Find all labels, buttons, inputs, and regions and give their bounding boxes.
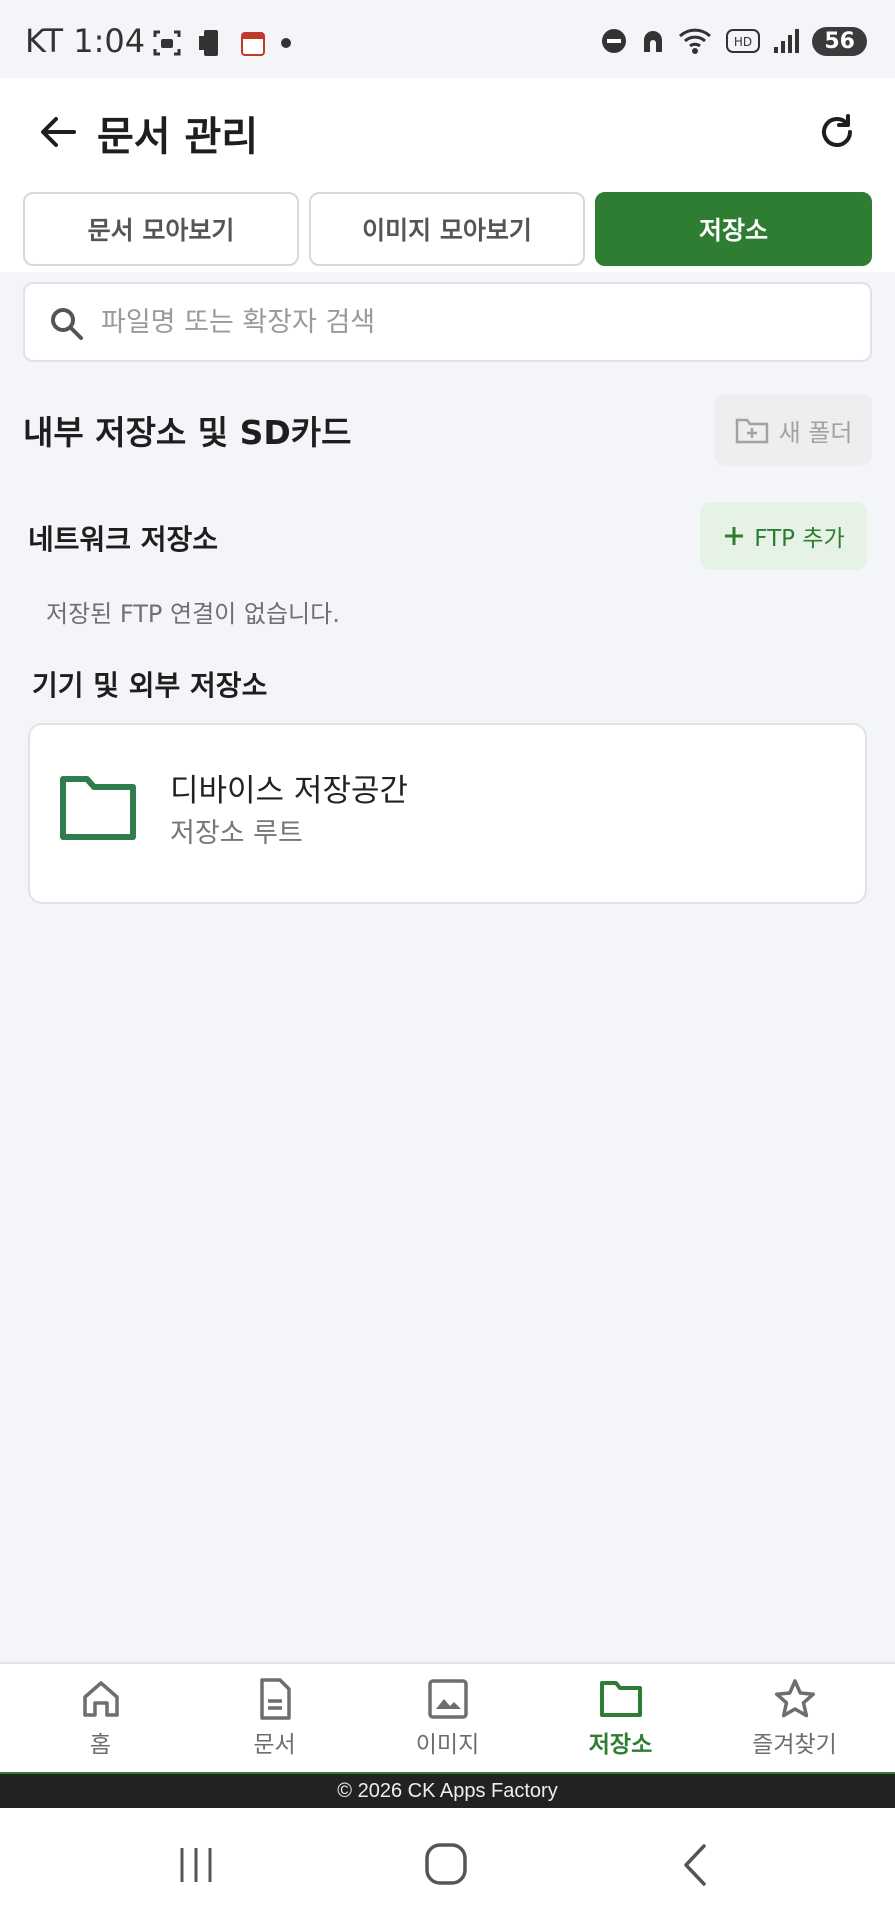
search-icon — [51, 308, 83, 340]
home-icon — [82, 1681, 119, 1717]
new-folder-button[interactable]: 새 폴더 — [715, 394, 872, 466]
network-storage-heading: 네트워크 저장소 — [28, 523, 219, 556]
nav-label-home: 홈 — [89, 1732, 112, 1758]
nav-label-storage: 저장소 — [588, 1732, 653, 1758]
back-arrow-icon[interactable] — [34, 108, 82, 156]
add-ftp-label: FTP 추가 — [754, 526, 845, 552]
storage-item-subtitle: 저장소 루트 — [170, 818, 303, 849]
nav-item-favorites[interactable]: 즐겨찾기 — [705, 1664, 884, 1772]
star-icon — [774, 1679, 815, 1718]
nav-label-favorites: 즐겨찾기 — [752, 1732, 837, 1758]
refresh-icon[interactable] — [813, 108, 861, 156]
search-input[interactable] — [101, 284, 841, 360]
home-button-icon[interactable] — [416, 1840, 476, 1890]
status-time: KT 1:04 — [25, 22, 146, 60]
add-ftp-button[interactable]: FTP 추가 — [700, 502, 867, 570]
copyright-footer: © 2026 CK Apps Factory — [0, 1774, 895, 1808]
svg-text:HD: HD — [734, 35, 752, 49]
new-folder-label: 새 폴더 — [778, 418, 853, 447]
back-nav-icon[interactable] — [666, 1840, 726, 1890]
recent-apps-icon[interactable] — [166, 1840, 226, 1890]
nav-label-documents: 문서 — [253, 1732, 296, 1758]
tab-storage[interactable]: 저장소 — [595, 192, 872, 266]
app-header: 문서 관리 — [0, 78, 895, 186]
calendar-icon — [241, 32, 265, 56]
tab-documents[interactable]: 문서 모아보기 — [23, 192, 299, 266]
search-box — [23, 282, 872, 362]
wifi-icon — [679, 28, 712, 54]
folder-icon — [60, 776, 136, 840]
nav-item-home[interactable]: 홈 — [11, 1664, 190, 1772]
storage-item-title: 디바이스 저장공간 — [170, 773, 409, 809]
document-icon — [259, 1678, 291, 1720]
phone-icon — [199, 30, 218, 56]
bottom-nav: 홈 문서 이미지 저장소 즐겨찾기 — [0, 1662, 895, 1772]
system-nav-bar — [0, 1808, 895, 1920]
status-notification-icons — [152, 28, 292, 58]
home-mode-icon — [644, 31, 663, 52]
device-storage-heading: 기기 및 외부 저장소 — [32, 669, 268, 702]
tab-bar: 문서 모아보기 이미지 모아보기 저장소 — [0, 186, 895, 272]
image-icon — [427, 1679, 468, 1719]
plus-icon — [725, 527, 744, 545]
battery-level: 56 — [812, 26, 867, 56]
status-bar: KT 1:04 HD 56 — [0, 0, 895, 78]
storage-item-device[interactable]: 디바이스 저장공간 저장소 루트 — [28, 723, 867, 904]
status-system-icons: HD 56 — [600, 26, 867, 56]
nav-item-documents[interactable]: 문서 — [185, 1664, 364, 1772]
page-title: 문서 관리 — [97, 114, 259, 160]
internal-storage-heading: 내부 저장소 및 SD카드 — [23, 413, 352, 452]
hd-icon: HD — [726, 29, 761, 53]
nav-item-storage[interactable]: 저장소 — [531, 1664, 710, 1772]
new-folder-icon — [735, 418, 768, 444]
dot-icon — [281, 38, 291, 48]
tab-images[interactable]: 이미지 모아보기 — [309, 192, 585, 266]
nav-label-images: 이미지 — [415, 1732, 480, 1758]
screenshot-icon — [153, 30, 181, 56]
nav-item-images[interactable]: 이미지 — [358, 1664, 537, 1772]
folder-icon — [599, 1681, 642, 1717]
do-not-disturb-icon — [602, 29, 627, 53]
signal-icon — [774, 29, 800, 53]
no-ftp-message: 저장된 FTP 연결이 없습니다. — [46, 600, 340, 628]
